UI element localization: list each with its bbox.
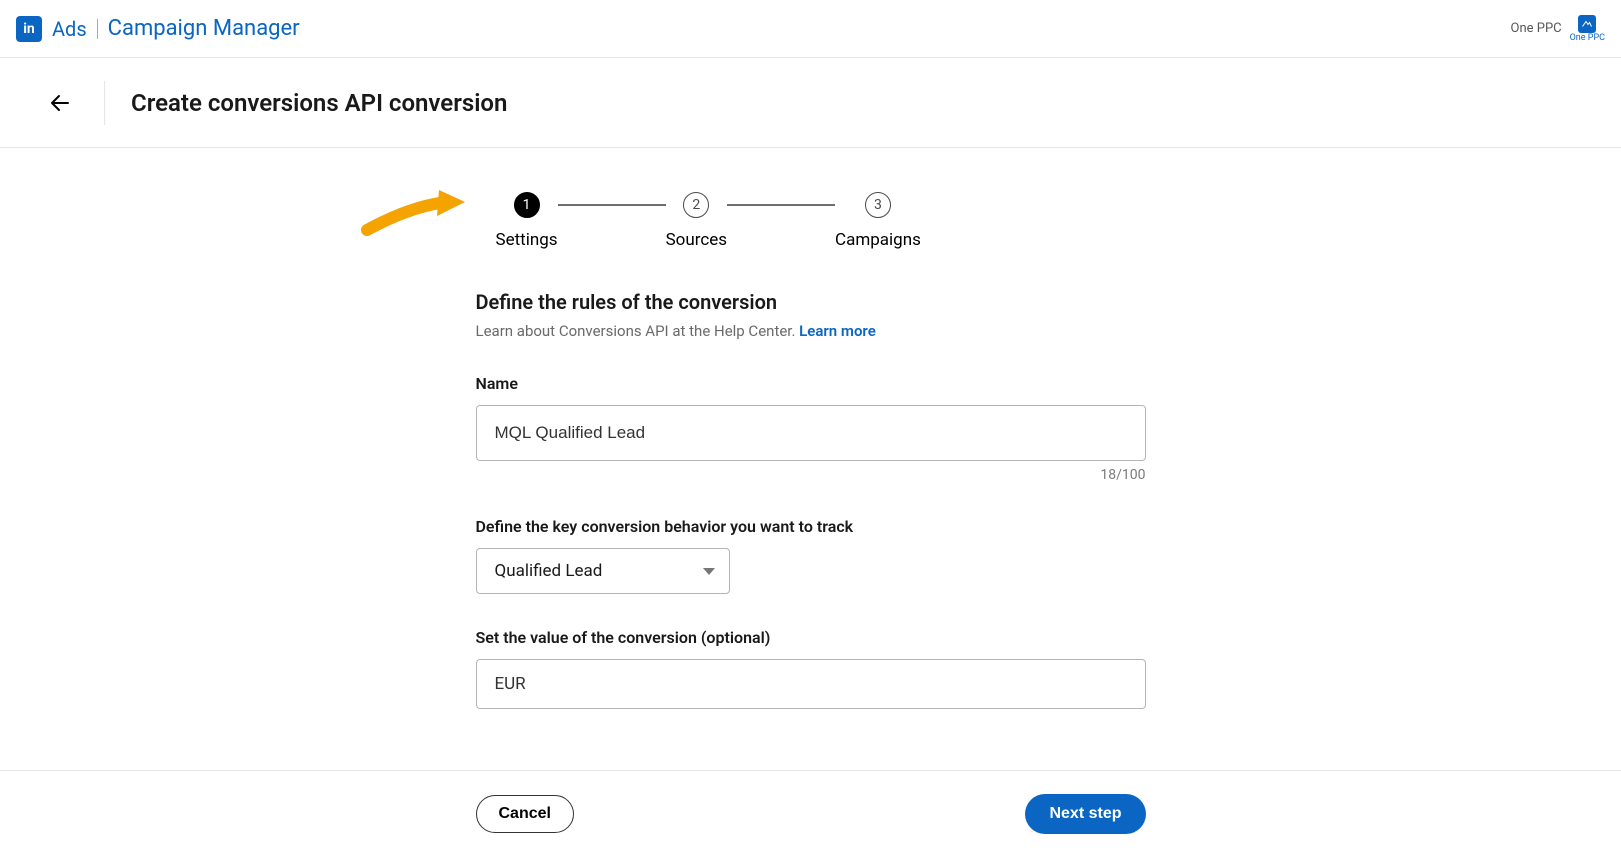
- page-title: Create conversions API conversion: [131, 89, 507, 117]
- brand-block: in Ads Campaign Manager: [16, 16, 300, 42]
- step-connector: [558, 204, 666, 206]
- org-sub-label: One PPC: [1570, 33, 1605, 43]
- section-title: Define the rules of the conversion: [476, 290, 1146, 314]
- step-campaigns[interactable]: 3 Campaigns: [835, 192, 921, 250]
- section-subtitle: Learn about Conversions API at the Help …: [476, 322, 1146, 340]
- behavior-label: Define the key conversion behavior you w…: [476, 517, 1146, 536]
- name-input[interactable]: [476, 405, 1146, 461]
- org-badge-icon: [1578, 15, 1596, 33]
- section-subtitle-text: Learn about Conversions API at the Help …: [476, 322, 800, 340]
- content: 1 Settings 2 Sources 3 Campaigns Define …: [0, 148, 1621, 829]
- step-settings[interactable]: 1 Settings: [496, 192, 558, 250]
- linkedin-logo-icon[interactable]: in: [16, 16, 42, 42]
- org-badge-block: One PPC: [1570, 15, 1605, 43]
- name-label: Name: [476, 374, 1146, 393]
- step-sources[interactable]: 2 Sources: [666, 192, 727, 250]
- campaign-manager-label[interactable]: Campaign Manager: [108, 16, 300, 41]
- org-switcher[interactable]: One PPC One PPC: [1511, 15, 1606, 43]
- behavior-select[interactable]: Qualified Lead: [476, 548, 730, 594]
- next-step-button[interactable]: Next step: [1025, 794, 1145, 834]
- step-connector: [727, 204, 835, 206]
- step-circle-3: 3: [865, 192, 891, 218]
- stepper: 1 Settings 2 Sources 3 Campaigns: [496, 192, 1146, 250]
- cancel-button[interactable]: Cancel: [476, 795, 574, 833]
- footer-inner: Cancel Next step: [476, 771, 1146, 856]
- step-label-settings: Settings: [496, 230, 558, 250]
- value-label: Set the value of the conversion (optiona…: [476, 628, 1146, 647]
- vertical-divider: [104, 81, 105, 125]
- top-bar: in Ads Campaign Manager One PPC One PPC: [0, 0, 1621, 58]
- step-circle-1: 1: [514, 192, 540, 218]
- name-char-count: 18/100: [476, 467, 1146, 483]
- step-label-sources: Sources: [666, 230, 727, 250]
- learn-more-link[interactable]: Learn more: [799, 322, 876, 340]
- step-circle-2: 2: [683, 192, 709, 218]
- chevron-down-icon: [703, 568, 715, 575]
- back-button[interactable]: [40, 83, 80, 123]
- step-label-campaigns: Campaigns: [835, 230, 921, 250]
- behavior-select-value: Qualified Lead: [495, 561, 603, 581]
- org-name: One PPC: [1511, 21, 1562, 36]
- footer-bar: Cancel Next step: [0, 770, 1621, 856]
- form-area: 1 Settings 2 Sources 3 Campaigns Define …: [476, 192, 1146, 709]
- sub-header: Create conversions API conversion: [0, 58, 1621, 148]
- currency-prefix: EUR: [495, 674, 526, 694]
- arrow-left-icon: [48, 91, 72, 115]
- vertical-separator: [97, 19, 98, 39]
- ads-label[interactable]: Ads: [52, 17, 87, 41]
- conversion-value-input[interactable]: EUR: [476, 659, 1146, 709]
- annotation-arrow-icon: [361, 186, 471, 246]
